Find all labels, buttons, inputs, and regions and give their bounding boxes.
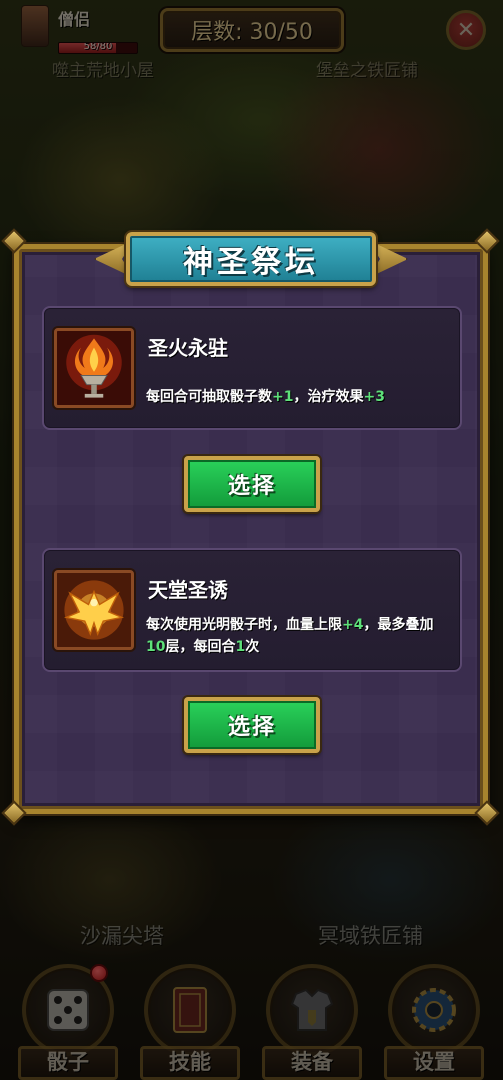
- select-button[interactable]: 选择: [184, 697, 320, 753]
- option-description: 每回合可抽取骰子数+1，治疗效果+3: [146, 386, 450, 408]
- description-text: 次: [245, 639, 260, 655]
- select-button[interactable]: 选择: [184, 456, 320, 512]
- select-button-label: 选择: [227, 474, 276, 499]
- highlight-value: +1: [272, 389, 294, 405]
- option-title: 圣火永驻: [148, 336, 228, 360]
- highlight-value: +3: [363, 389, 385, 405]
- option-description: 每次使用光明骰子时，血量上限+4，最多叠加 10层，每回合1次: [146, 614, 450, 658]
- description-text: ，最多叠加: [363, 617, 434, 633]
- dialog-title: 神圣祭坛: [183, 245, 319, 280]
- dialog-title-plate: 神圣祭坛: [126, 232, 376, 286]
- highlight-value: 1: [235, 639, 246, 655]
- phoenix-icon: [54, 570, 134, 650]
- highlight-value: 10: [146, 639, 166, 655]
- holy-fire-chalice-icon: [54, 328, 134, 408]
- description-text: 层，每回合: [165, 639, 236, 655]
- description-text: 每次使用光明骰子时，血量上限: [146, 617, 342, 633]
- description-text: ，治疗效果: [293, 389, 364, 405]
- select-button-label: 选择: [227, 715, 276, 740]
- highlight-value: +4: [342, 617, 364, 633]
- option-card: 天堂圣诱 每次使用光明骰子时，血量上限+4，最多叠加 10层，每回合1次: [42, 548, 462, 672]
- option-card: 圣火永驻 每回合可抽取骰子数+1，治疗效果+3: [42, 306, 462, 430]
- description-text: 每回合可抽取骰子数: [146, 389, 272, 405]
- option-title: 天堂圣诱: [148, 578, 228, 602]
